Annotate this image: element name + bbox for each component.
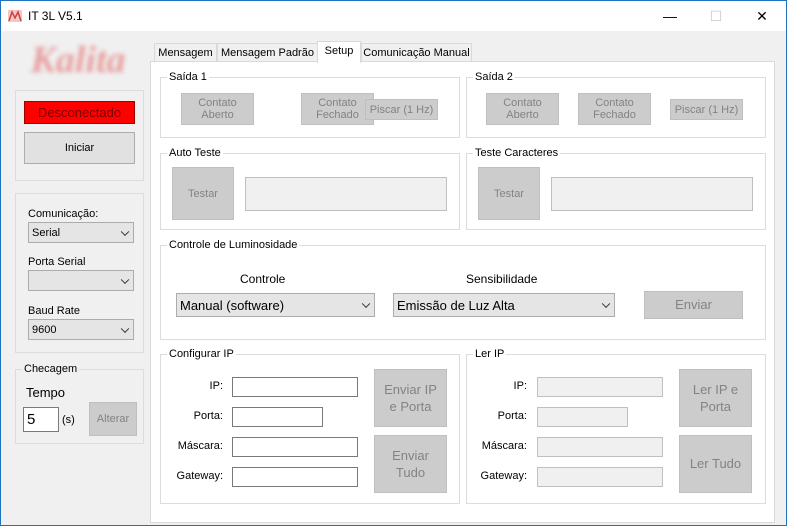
send-brightness-button: Enviar [644, 291, 743, 319]
communication-select-value: Serial [32, 226, 61, 239]
send-all-button: Enviar Tudo [374, 435, 447, 493]
main-window: IT 3L V5.1 — ☐ ✕ Kalita Desconectado Ini… [0, 0, 787, 526]
gateway-input[interactable] [232, 467, 358, 487]
close-button[interactable]: ✕ [739, 1, 785, 31]
time-unit-label: (s) [62, 414, 75, 426]
communication-label: Comunicação: [28, 208, 99, 220]
control-label: Controle [240, 272, 286, 286]
read-ip-group: Ler IP IP: Porta: Máscara: Gateway: Ler … [466, 348, 766, 504]
communication-select[interactable]: Serial [28, 222, 134, 243]
minimize-button[interactable]: — [647, 1, 693, 31]
read-gateway-label: Gateway: [480, 470, 527, 482]
output-2-closed-button: Contato Fechado [578, 93, 651, 125]
connection-status: Desconectado [24, 101, 135, 124]
ip-input[interactable] [232, 377, 358, 397]
config-ip-label: IP: [209, 380, 223, 392]
auto-test-output [245, 177, 447, 211]
read-port-label: Porta: [497, 410, 527, 422]
connection-panel: Desconectado Iniciar [15, 90, 144, 181]
window-title: IT 3L V5.1 [28, 9, 83, 23]
read-ip-title: Ler IP [473, 348, 507, 360]
serial-settings-panel: Comunicação: Serial Porta Serial Baud Ra… [15, 193, 144, 353]
config-ip-title: Configurar IP [167, 348, 236, 360]
minimize-icon: — [663, 8, 677, 24]
baud-rate-label: Baud Rate [28, 305, 80, 317]
change-time-button: Alterar [89, 402, 137, 436]
chevron-down-icon [120, 227, 130, 236]
chevron-down-icon [361, 299, 371, 309]
tab-mensagem[interactable]: Mensagem [154, 43, 217, 62]
output-2-open-button: Contato Aberto [486, 93, 559, 125]
config-gateway-label: Gateway: [176, 470, 223, 482]
output-2-group: Saída 2 Contato Aberto Contato Fechado P… [466, 71, 766, 138]
output-1-closed-button: Contato Fechado [301, 93, 374, 125]
char-test-group: Teste Caracteres Testar [466, 147, 766, 230]
time-input[interactable]: 5 [23, 407, 59, 432]
setup-tab-page: Saída 1 Contato Aberto Contato Fechado P… [150, 61, 775, 523]
baud-rate-select-value: 9600 [32, 323, 57, 336]
control-select[interactable]: Manual (software) [176, 293, 375, 317]
auto-test-title: Auto Teste [167, 147, 223, 159]
char-test-output [551, 177, 753, 211]
auto-test-button: Testar [172, 167, 234, 220]
config-mask-label: Máscara: [177, 440, 223, 452]
output-1-blink-button: Piscar (1 Hz) [365, 99, 438, 120]
check-panel: Checagem Tempo 5 (s) Alterar [15, 363, 144, 444]
company-logo: Kalita [13, 37, 143, 83]
time-label: Tempo [26, 385, 66, 400]
read-port-output [537, 407, 628, 427]
port-input[interactable] [232, 407, 323, 427]
maximize-icon: ☐ [709, 8, 723, 24]
tab-mensagem-padrao[interactable]: Mensagem Padrão [217, 43, 318, 62]
chevron-down-icon [601, 299, 611, 309]
chevron-down-icon [120, 324, 130, 333]
config-port-label: Porta: [193, 410, 223, 422]
config-ip-group: Configurar IP IP: Porta: Máscara: Gatewa… [160, 348, 460, 504]
control-select-value: Manual (software) [180, 297, 285, 313]
read-ip-port-button: Ler IP e Porta [679, 369, 752, 427]
baud-rate-select[interactable]: 9600 [28, 319, 134, 340]
maximize-button: ☐ [693, 1, 739, 31]
sensitivity-select-value: Emissão de Luz Alta [397, 297, 515, 313]
brightness-title: Controle de Luminosidade [167, 239, 300, 251]
company-logo-text: Kalita [30, 39, 126, 81]
output-1-open-button: Contato Aberto [181, 93, 254, 125]
title-bar: IT 3L V5.1 — ☐ ✕ [1, 1, 786, 31]
mask-input[interactable] [232, 437, 358, 457]
read-mask-output [537, 437, 663, 457]
auto-test-group: Auto Teste Testar [160, 147, 460, 230]
output-2-blink-button: Piscar (1 Hz) [670, 99, 743, 120]
output-1-title: Saída 1 [167, 71, 209, 83]
chevron-down-icon [120, 275, 130, 284]
sensitivity-label: Sensibilidade [466, 272, 538, 286]
char-test-title: Teste Caracteres [473, 147, 561, 159]
start-button[interactable]: Iniciar [24, 132, 135, 164]
brightness-group: Controle de Luminosidade Controle Manual… [160, 239, 766, 340]
app-logo-icon [8, 10, 22, 22]
read-all-button: Ler Tudo [679, 435, 752, 493]
char-test-button: Testar [478, 167, 540, 220]
serial-port-select[interactable] [28, 270, 134, 291]
read-ip-output [537, 377, 663, 397]
output-2-title: Saída 2 [473, 71, 515, 83]
tab-comunicacao-manual[interactable]: Comunicação Manual [361, 43, 472, 62]
tab-setup[interactable]: Setup [317, 41, 361, 63]
read-gateway-output [537, 467, 663, 487]
read-ip-label: IP: [513, 380, 527, 392]
sensitivity-select[interactable]: Emissão de Luz Alta [393, 293, 615, 317]
output-1-group: Saída 1 Contato Aberto Contato Fechado P… [160, 71, 460, 138]
check-group-title: Checagem [22, 363, 80, 375]
close-icon: ✕ [756, 8, 768, 24]
read-mask-label: Máscara: [481, 440, 527, 452]
send-ip-port-button: Enviar IP e Porta [374, 369, 447, 427]
serial-port-label: Porta Serial [28, 256, 86, 268]
